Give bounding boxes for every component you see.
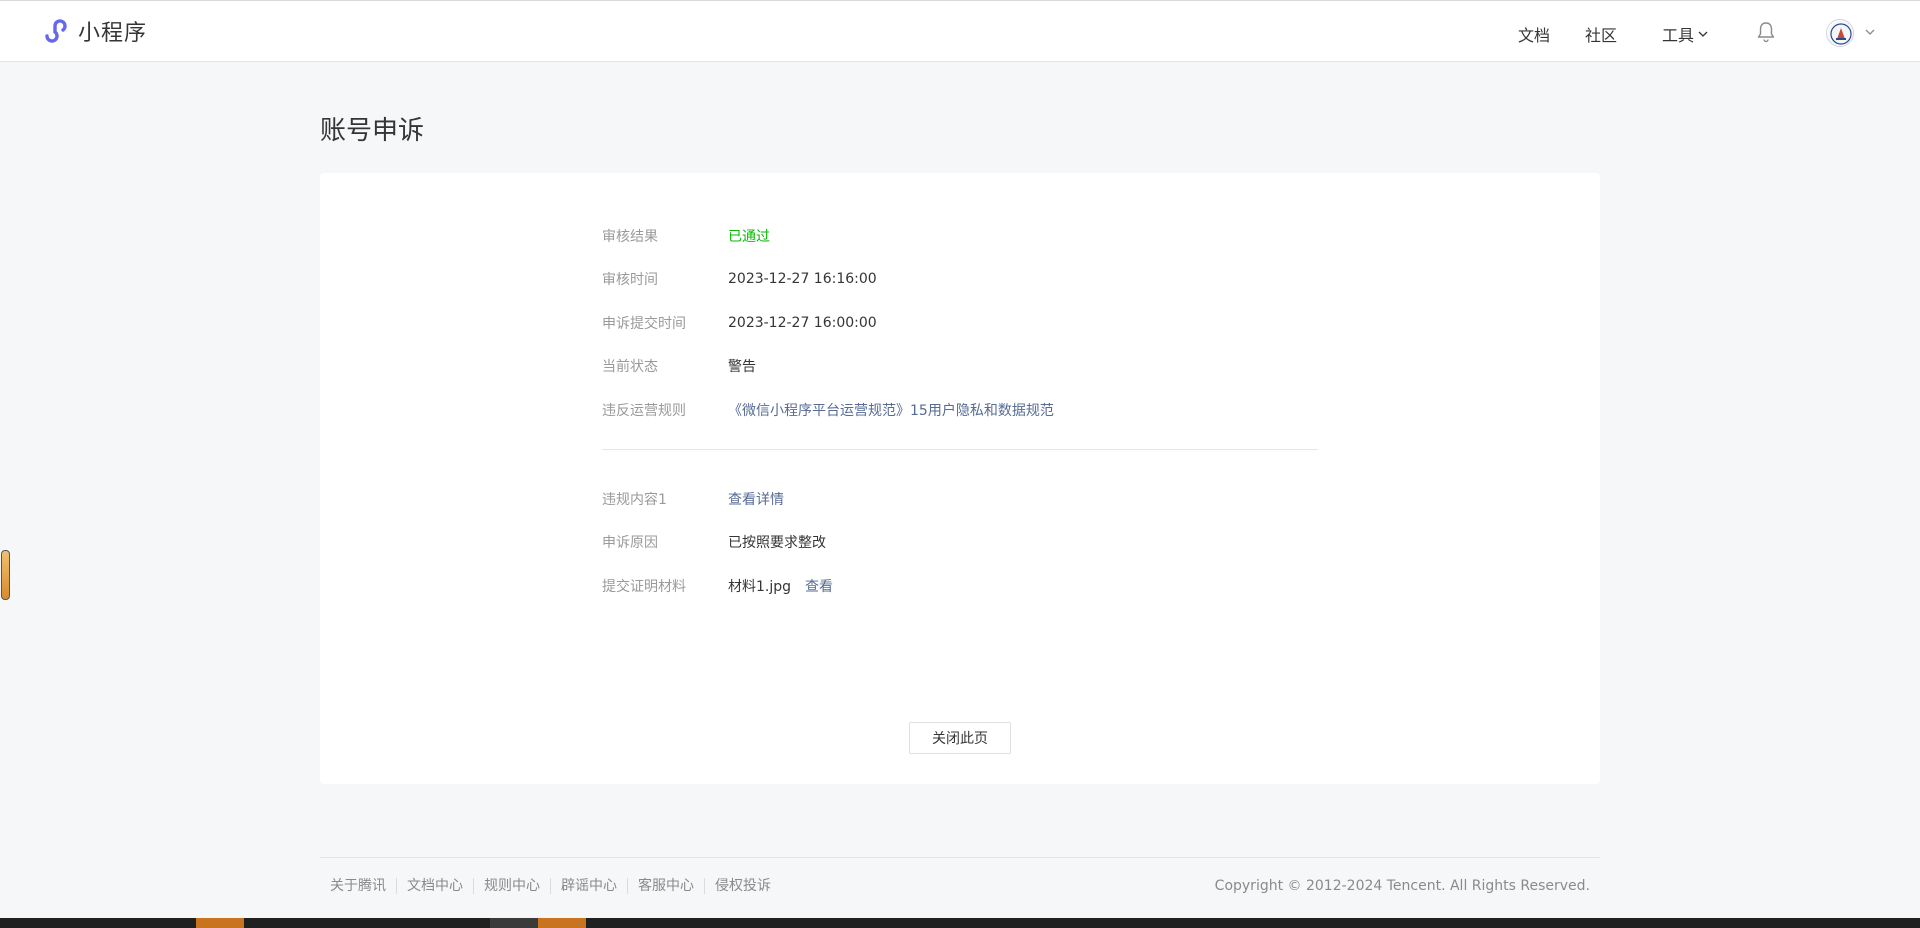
nav-community[interactable]: 社区 bbox=[1585, 22, 1617, 46]
os-taskbar bbox=[0, 918, 1920, 928]
row-proof-material: 提交证明材料 材料1.jpg 查看 bbox=[602, 575, 833, 597]
top-navbar: 小程序 文档 社区 工具 bbox=[0, 0, 1920, 62]
nav-tools-dropdown[interactable]: 工具 bbox=[1662, 22, 1709, 46]
footer-link-service[interactable]: 客服中心 bbox=[627, 878, 704, 894]
footer-link-infringement[interactable]: 侵权投诉 bbox=[704, 878, 781, 894]
footer-link-rules[interactable]: 规则中心 bbox=[473, 878, 550, 894]
submit-time-label: 申诉提交时间 bbox=[602, 316, 686, 332]
violated-rule-label: 违反运营规则 bbox=[602, 403, 686, 419]
mini-program-logo-icon bbox=[45, 19, 67, 43]
page-title: 账号申诉 bbox=[320, 116, 425, 146]
review-time-label: 审核时间 bbox=[602, 272, 658, 288]
current-status-value: 警告 bbox=[728, 359, 756, 375]
review-time-value: 2023-12-27 16:16:00 bbox=[728, 271, 877, 287]
proof-material-label: 提交证明材料 bbox=[602, 579, 686, 595]
nav-tools-label: 工具 bbox=[1662, 26, 1695, 45]
footer-link-about[interactable]: 关于腾讯 bbox=[320, 878, 396, 894]
row-appeal-reason: 申诉原因 已按照要求整改 bbox=[602, 531, 826, 553]
taskbar-app-2[interactable] bbox=[490, 918, 538, 928]
footer-divider bbox=[320, 857, 1600, 858]
taskbar-app-3[interactable] bbox=[538, 918, 586, 928]
row-current-status: 当前状态 警告 bbox=[602, 355, 756, 377]
row-submit-time: 申诉提交时间 2023-12-27 16:00:00 bbox=[602, 312, 877, 334]
section-divider bbox=[602, 449, 1318, 450]
violation-content-label: 违规内容1 bbox=[602, 492, 667, 508]
review-result-label: 审核结果 bbox=[602, 229, 658, 245]
row-violated-rule: 违反运营规则 《微信小程序平台运营规范》15用户隐私和数据规范 bbox=[602, 399, 1054, 421]
violated-rule-link[interactable]: 《微信小程序平台运营规范》15用户隐私和数据规范 bbox=[728, 400, 1054, 420]
brand-name: 小程序 bbox=[78, 21, 148, 46]
row-review-time: 审核时间 2023-12-27 16:16:00 bbox=[602, 268, 877, 290]
row-review-result: 审核结果 已通过 bbox=[602, 225, 770, 247]
side-drag-handle[interactable] bbox=[1, 550, 10, 600]
appeal-reason-label: 申诉原因 bbox=[602, 535, 658, 551]
submit-time-value: 2023-12-27 16:00:00 bbox=[728, 315, 877, 331]
appeal-detail-card: 审核结果 已通过 审核时间 2023-12-27 16:16:00 申诉提交时间… bbox=[320, 173, 1600, 784]
review-result-value: 已通过 bbox=[728, 229, 770, 245]
user-avatar[interactable] bbox=[1826, 19, 1854, 47]
footer-link-rumor[interactable]: 辟谣中心 bbox=[550, 878, 627, 894]
avatar-image-icon bbox=[1828, 21, 1853, 46]
notification-bell-icon[interactable] bbox=[1756, 21, 1776, 43]
footer-link-docs[interactable]: 文档中心 bbox=[396, 878, 473, 894]
nav-docs[interactable]: 文档 bbox=[1518, 22, 1550, 46]
proof-file-name: 材料1.jpg bbox=[728, 579, 792, 595]
chevron-down-icon bbox=[1698, 31, 1708, 37]
current-status-label: 当前状态 bbox=[602, 359, 658, 375]
appeal-reason-value: 已按照要求整改 bbox=[728, 535, 826, 551]
copyright-text: Copyright © 2012-2024 Tencent. All Right… bbox=[1214, 878, 1590, 894]
row-violation-content: 违规内容1 查看详情 bbox=[602, 488, 784, 510]
account-chevron-down-icon[interactable] bbox=[1864, 26, 1876, 38]
taskbar-app-1[interactable] bbox=[196, 918, 244, 928]
view-file-link[interactable]: 查看 bbox=[805, 576, 833, 596]
close-page-button[interactable]: 关闭此页 bbox=[909, 722, 1011, 754]
view-details-link[interactable]: 查看详情 bbox=[728, 489, 784, 509]
brand[interactable]: 小程序 bbox=[38, 14, 147, 48]
footer-links: 关于腾讯 文档中心 规则中心 辟谣中心 客服中心 侵权投诉 bbox=[320, 878, 781, 894]
